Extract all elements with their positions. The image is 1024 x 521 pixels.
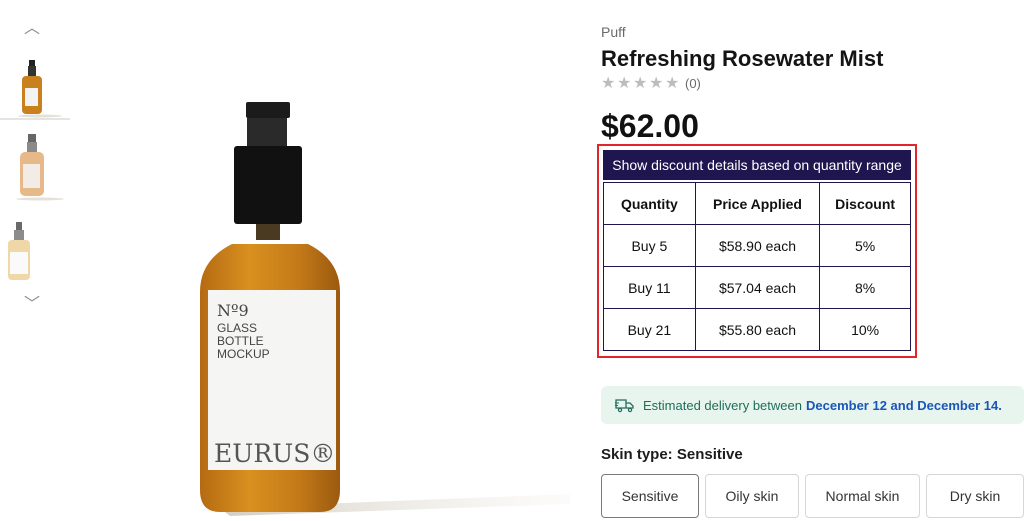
quantity-discount-panel: Show discount details based on quantity … bbox=[597, 144, 917, 358]
rating[interactable]: ★ ★ ★ ★ ★ (0) bbox=[601, 75, 701, 92]
delivery-dates: December 12 and December 14. bbox=[805, 397, 1002, 413]
table-header-row: Quantity Price Applied Discount bbox=[603, 182, 911, 225]
table-cell: Buy 11 bbox=[603, 266, 696, 309]
table-cell: $58.90 each bbox=[694, 224, 821, 267]
chevron-up-icon[interactable]: ︿ bbox=[22, 21, 42, 37]
star-icon: ★ bbox=[649, 75, 664, 92]
table-cell: 10% bbox=[819, 308, 911, 351]
column-header-price: Price Applied bbox=[694, 182, 821, 225]
table-cell: Buy 5 bbox=[603, 224, 696, 267]
star-icon: ★ bbox=[665, 75, 680, 92]
table-cell: 8% bbox=[819, 266, 911, 309]
delivery-truck-icon bbox=[615, 399, 634, 413]
table-cell: $55.80 each bbox=[694, 308, 821, 351]
product-page: ︿ ﹀ Nº9 GLASS BOTTLE MOCKUP EURUS® Puff … bbox=[0, 0, 1024, 521]
table-cell: 5% bbox=[819, 224, 911, 267]
skin-type-options: Sensitive Oily skin Normal skin Dry skin bbox=[601, 474, 1024, 518]
bottle-label-line1: GLASS bbox=[217, 321, 257, 335]
skin-option-oily[interactable]: Oily skin bbox=[705, 474, 799, 518]
table-row: Buy 11 $57.04 each 8% bbox=[603, 266, 911, 309]
product-brand[interactable]: Puff bbox=[601, 24, 626, 40]
table-cell: Buy 21 bbox=[603, 308, 696, 351]
table-row: Buy 21 $55.80 each 10% bbox=[603, 308, 911, 351]
chevron-down-icon[interactable]: ﹀ bbox=[22, 297, 42, 313]
delivery-text: Estimated delivery between bbox=[643, 397, 802, 413]
star-icon: ★ bbox=[601, 75, 616, 92]
product-info: Puff Refreshing Rosewater Mist ★ ★ ★ ★ ★… bbox=[597, 0, 1024, 521]
skin-type-label-text: Skin type: bbox=[601, 446, 673, 463]
column-header-discount: Discount bbox=[819, 182, 911, 225]
table-row: Buy 5 $58.90 each 5% bbox=[603, 224, 911, 267]
thumbnail-rail: ︿ ﹀ bbox=[0, 0, 70, 521]
bottle-label-line2: BOTTLE bbox=[217, 334, 264, 348]
skin-type-selected: Sensitive bbox=[676, 446, 743, 463]
thumbnail-2[interactable] bbox=[0, 132, 70, 201]
column-header-quantity: Quantity bbox=[603, 182, 696, 225]
star-icon: ★ bbox=[617, 75, 632, 92]
skin-type-label: Skin type: Sensitive bbox=[601, 446, 743, 463]
skin-option-dry[interactable]: Dry skin bbox=[926, 474, 1024, 518]
skin-option-sensitive[interactable]: Sensitive bbox=[601, 474, 699, 518]
thumbnail-1[interactable] bbox=[0, 58, 70, 120]
skin-option-normal[interactable]: Normal skin bbox=[805, 474, 920, 518]
bottle-label-number: Nº9 bbox=[217, 301, 249, 320]
discount-table: Quantity Price Applied Discount Buy 5 $5… bbox=[603, 182, 911, 351]
thumbnail-3[interactable] bbox=[0, 218, 70, 280]
delivery-estimate: Estimated delivery between December 12 a… bbox=[601, 386, 1024, 424]
star-icon: ★ bbox=[633, 75, 648, 92]
bottle-label-line3: MOCKUP bbox=[217, 347, 270, 361]
rating-count: (0) bbox=[685, 76, 701, 91]
product-price: $62.00 bbox=[601, 108, 699, 144]
product-title: Refreshing Rosewater Mist bbox=[601, 46, 884, 71]
discount-details-toggle[interactable]: Show discount details based on quantity … bbox=[603, 150, 911, 180]
table-cell: $57.04 each bbox=[694, 266, 821, 309]
bottle-label-brand: EURUS® bbox=[214, 439, 335, 468]
product-main-image: Nº9 GLASS BOTTLE MOCKUP EURUS® bbox=[70, 0, 570, 521]
